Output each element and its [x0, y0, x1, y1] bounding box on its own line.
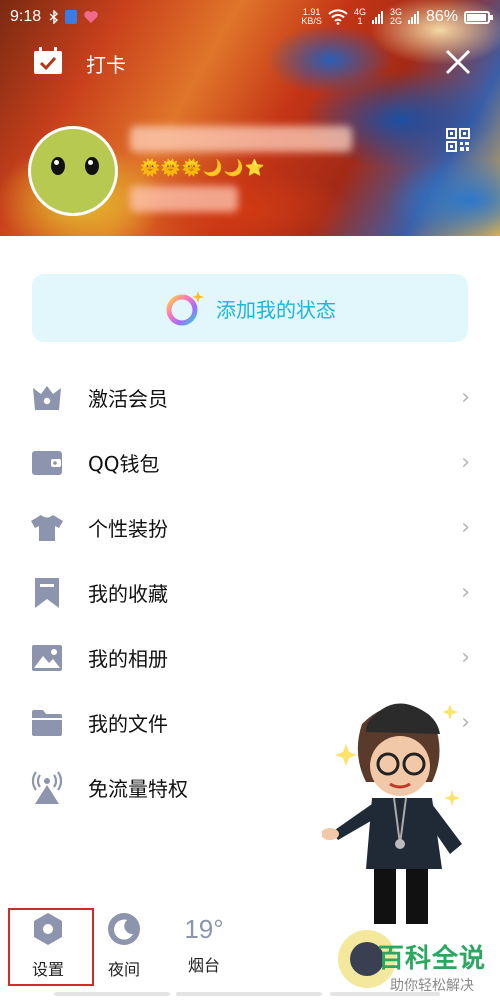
nickname-blurred[interactable]	[130, 126, 352, 152]
bookmark-icon	[30, 576, 64, 610]
calendar-check-icon[interactable]	[32, 46, 64, 76]
top-bar: 打卡	[0, 40, 500, 84]
status-time: 9:18	[10, 8, 42, 25]
battery-icon	[464, 10, 493, 24]
menu-item-theme[interactable]: 个性装扮 ›	[0, 495, 500, 560]
menu-item-favorites[interactable]: 我的收藏 ›	[0, 560, 500, 625]
moon-icon	[108, 913, 140, 945]
weather-city: 烟台	[187, 956, 220, 975]
bottom-divider	[330, 992, 440, 996]
menu-item-label: 激活会员	[88, 387, 168, 411]
menu-item-label: 个性装扮	[88, 517, 168, 541]
net-speed: 1.91 KB/S	[301, 8, 322, 26]
chevron-right-icon: ›	[461, 580, 470, 605]
chevron-right-icon: ›	[461, 515, 470, 540]
menu-item-label: 我的相册	[88, 647, 168, 671]
wallet-icon	[30, 446, 64, 480]
add-status-button[interactable]: 添加我的状态	[32, 274, 468, 342]
menu-item-album[interactable]: 我的相册 ›	[0, 625, 500, 690]
menu-item-label: 免流量特权	[88, 777, 188, 801]
bluetooth-icon	[49, 10, 59, 24]
checkin-label[interactable]: 打卡	[86, 49, 126, 78]
signal-tower-icon	[30, 770, 64, 805]
sim1-network: 4G 1	[354, 8, 366, 26]
bottom-divider	[54, 992, 170, 996]
chevron-right-icon: ›	[461, 385, 470, 410]
sim1-slot: 1	[357, 16, 363, 26]
sim2-type-alt: 2G	[389, 16, 402, 26]
net-speed-unit: KB/S	[301, 16, 322, 26]
status-bar: 9:18 1.91 KB/S 4G 1 3G 2G 86%	[0, 0, 500, 34]
chevron-right-icon: ›	[461, 450, 470, 475]
tshirt-icon	[30, 511, 64, 545]
menu-item-label: QQ钱包	[88, 452, 160, 476]
qr-code-icon[interactable]	[446, 128, 470, 152]
watermark-title: 百科全说	[377, 944, 486, 974]
add-status-label: 添加我的状态	[216, 297, 336, 322]
weather-button[interactable]: 19° 烟台	[164, 912, 244, 976]
avatar-eye-right	[85, 157, 99, 175]
signal-icon	[407, 11, 419, 24]
avatar-eye-left	[51, 157, 65, 175]
night-label: 夜间	[107, 960, 140, 979]
watermark: 百科全说 助你轻松解决	[378, 938, 486, 995]
bottom-divider	[176, 992, 322, 996]
cartoon-mascot-image	[322, 703, 462, 924]
photo-icon	[30, 641, 64, 675]
sim2-network: 3G 2G	[390, 8, 402, 26]
close-icon[interactable]	[444, 48, 472, 76]
folder-icon	[30, 706, 64, 740]
level-badges: 🌞🌞🌞🌙🌙⭐	[140, 158, 266, 177]
weather-temperature: 19°	[184, 914, 224, 944]
menu-item-label: 我的文件	[88, 712, 168, 736]
account-blurred	[130, 186, 238, 212]
wifi-icon	[328, 9, 348, 25]
security-shield-icon	[65, 10, 78, 24]
menu-item-vip[interactable]: 激活会员 ›	[0, 365, 500, 430]
battery-fill	[467, 13, 486, 21]
health-heart-icon	[84, 11, 98, 23]
avatar[interactable]	[28, 126, 118, 216]
menu-item-label: 我的收藏	[88, 582, 168, 606]
status-ring-icon	[166, 291, 204, 326]
battery-percent: 86%	[425, 8, 458, 25]
signal-icon	[371, 11, 383, 24]
menu-item-wallet[interactable]: QQ钱包 ›	[0, 430, 500, 495]
chevron-right-icon: ›	[461, 645, 470, 670]
vip-crown-icon	[30, 381, 64, 415]
settings-highlight-box	[8, 908, 94, 986]
night-mode-button[interactable]: 夜间	[84, 912, 164, 980]
